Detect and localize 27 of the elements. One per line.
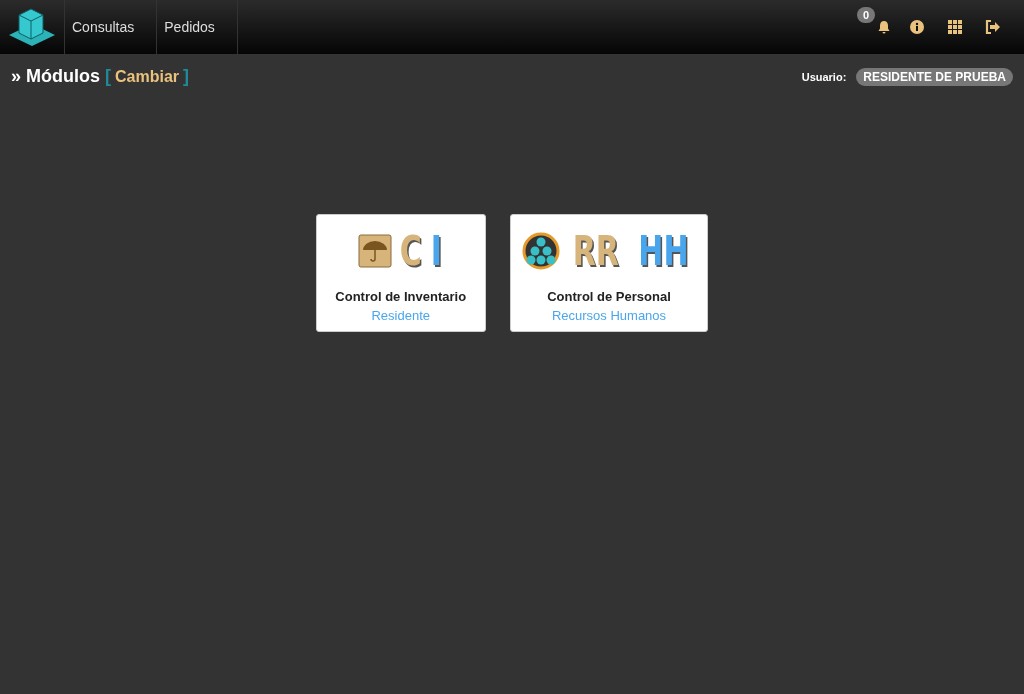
logo-text: C: [399, 231, 422, 271]
logo-text: HH: [638, 231, 689, 271]
notification-count-badge: 0: [857, 7, 876, 23]
user-name-badge: RESIDENTE DE PRUEBA: [856, 67, 1013, 86]
info-icon: [910, 20, 924, 34]
building-logo-icon: [7, 7, 57, 47]
logo-text: RR: [572, 231, 619, 271]
nav-link[interactable]: Pedidos: [157, 0, 238, 54]
bell-icon: [877, 20, 891, 34]
change-link[interactable]: Cambiar: [115, 67, 180, 86]
umbrella-box-icon: [357, 234, 392, 268]
module-subtitle: Residente: [371, 308, 430, 323]
bracket: [: [105, 66, 112, 87]
page-title: » Módulos: [11, 66, 101, 87]
notifications-button[interactable]: 0: [860, 0, 898, 54]
module-card[interactable]: C I Control de Inventario Residente: [315, 214, 486, 332]
nav-link[interactable]: Consultas: [65, 0, 158, 54]
module-card[interactable]: RR HH Control de Personal Recursos Humanos: [509, 214, 709, 332]
sign-out-icon: [985, 20, 1001, 34]
module-subtitle: Recursos Humanos: [551, 308, 667, 323]
module-title: Control de Personal: [547, 289, 671, 304]
bracket: ]: [183, 66, 190, 87]
user-label: Usuario:: [801, 70, 847, 83]
people-group-icon: [520, 231, 561, 271]
logo-text: I: [430, 231, 442, 271]
module-title: Control de Inventario: [335, 289, 467, 304]
grid-icon: [948, 20, 962, 34]
